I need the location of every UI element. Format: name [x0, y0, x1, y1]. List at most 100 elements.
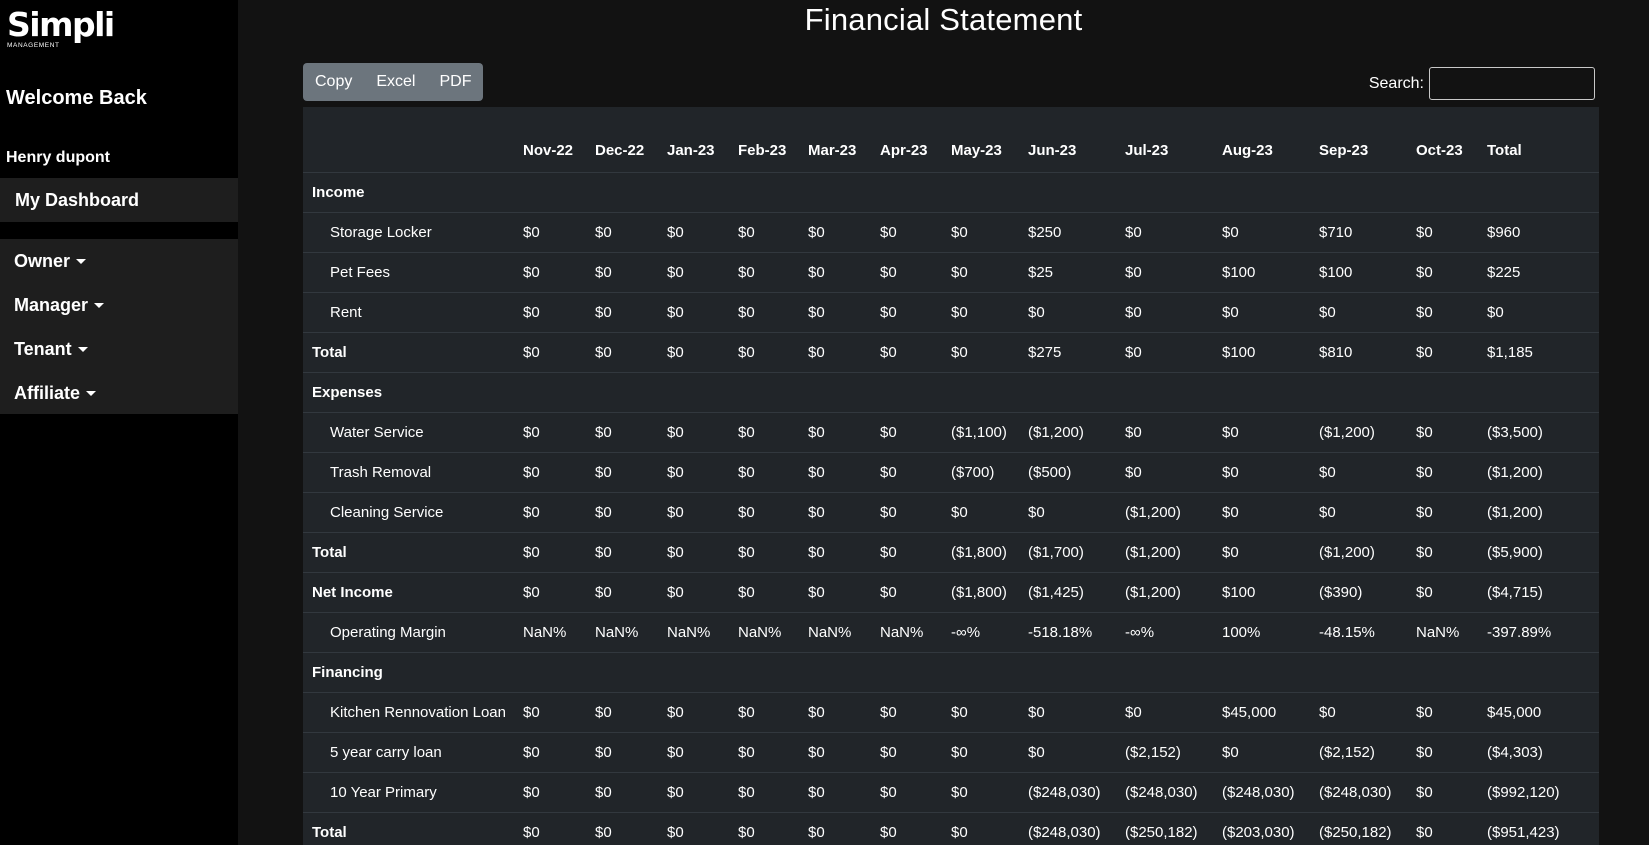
- column-header[interactable]: Apr-23: [871, 107, 942, 173]
- table-cell: [514, 652, 586, 693]
- table-cell: ($1,700): [1019, 532, 1116, 573]
- table-cell: $0: [514, 492, 586, 533]
- column-header[interactable]: Oct-23: [1407, 107, 1478, 173]
- table-cell: $0: [729, 772, 799, 813]
- table-cell: $0: [658, 532, 729, 573]
- table-cell: $0: [799, 532, 871, 573]
- column-header[interactable]: Dec-22: [586, 107, 658, 173]
- column-header[interactable]: Jan-23: [658, 107, 729, 173]
- table-cell: [658, 172, 729, 213]
- table-cell: $0: [514, 812, 586, 845]
- table-cell: -518.18%: [1019, 612, 1116, 653]
- table-cell: [942, 372, 1019, 413]
- table-row: Cleaning Service $0 $0 $0 $0 $0 $0 $0 $0 ($1,200)…: [303, 492, 1599, 533]
- table-cell: ($248,030): [1019, 812, 1116, 845]
- table-cell: $0: [658, 812, 729, 845]
- table-cell: $0: [1407, 692, 1478, 733]
- table-cell: ($250,182): [1310, 812, 1407, 845]
- column-header[interactable]: Total: [1478, 107, 1599, 173]
- column-header[interactable]: Nov-22: [514, 107, 586, 173]
- sidebar-item-manager[interactable]: Manager: [0, 283, 238, 327]
- table-cell: $0: [729, 692, 799, 733]
- table-cell: [1019, 372, 1116, 413]
- table-cell: $100: [1310, 252, 1407, 293]
- table-cell: $45,000: [1478, 692, 1599, 733]
- table-cell: $0: [799, 332, 871, 373]
- app-root: Simpli MANAGEMENT Welcome Back Henry dup…: [0, 0, 1649, 845]
- table-cell: ($1,200): [1310, 532, 1407, 573]
- column-header[interactable]: Jul-23: [1116, 107, 1213, 173]
- column-header[interactable]: Feb-23: [729, 107, 799, 173]
- table-cell: $0: [586, 212, 658, 253]
- table-cell: $0: [871, 452, 942, 493]
- table-cell: $0: [942, 692, 1019, 733]
- sidebar-item-affiliate[interactable]: Affiliate: [0, 371, 238, 415]
- table-cell: $0: [1407, 772, 1478, 813]
- table-cell: NaN%: [514, 612, 586, 653]
- table-cell: $0: [1116, 252, 1213, 293]
- table-cell: $0: [514, 772, 586, 813]
- table-cell: ($248,030): [1310, 772, 1407, 813]
- table-header: Nov-22 Dec-22 Jan-23 Feb-23 Mar-23 Apr-23 May-…: [303, 107, 1599, 173]
- table-cell: $0: [871, 412, 942, 453]
- table-cell: $0: [1407, 292, 1478, 333]
- main-content: Financial Statement Copy Excel PDF Searc…: [238, 0, 1649, 845]
- sidebar-item-owner[interactable]: Owner: [0, 239, 238, 283]
- sidebar-item-label: My Dashboard: [15, 189, 140, 210]
- table-cell: ($700): [942, 452, 1019, 493]
- table-cell: [1213, 372, 1310, 413]
- table-cell: [1019, 172, 1116, 213]
- table-cell: [1116, 172, 1213, 213]
- caret-down-icon: [94, 302, 105, 308]
- table-cell: $0: [799, 732, 871, 773]
- row-label: Cleaning Service: [303, 492, 514, 533]
- table-cell: $0: [799, 252, 871, 293]
- table-cell: $0: [514, 292, 586, 333]
- table-cell: [1213, 172, 1310, 213]
- table-body: Income Storage Locker $0 $0 $0 $0 $0 $0 $0 $250 $0…: [303, 172, 1599, 845]
- column-header[interactable]: Sep-23: [1310, 107, 1407, 173]
- logo[interactable]: Simpli MANAGEMENT: [7, 8, 115, 52]
- column-header[interactable]: May-23: [942, 107, 1019, 173]
- table-cell: $0: [658, 252, 729, 293]
- column-header-label[interactable]: [303, 107, 514, 173]
- table-cell: [586, 172, 658, 213]
- section-row: Financing: [303, 652, 1599, 693]
- total-row: Net Income $0 $0 $0 $0 $0 $0 ($1,800) ($1,425) ($…: [303, 572, 1599, 613]
- table-cell: [942, 172, 1019, 213]
- search-input[interactable]: [1429, 67, 1595, 100]
- sidebar-item-tenant[interactable]: Tenant: [0, 327, 238, 371]
- table-row: Pet Fees $0 $0 $0 $0 $0 $0 $0 $25 $0 $100 $100 $0 $22…: [303, 252, 1599, 293]
- table-cell: $0: [586, 772, 658, 813]
- table-cell: $0: [658, 412, 729, 453]
- table-cell: $0: [586, 812, 658, 845]
- section-row: Income: [303, 172, 1599, 213]
- excel-button[interactable]: Excel: [364, 63, 427, 101]
- table-cell: [1407, 372, 1478, 413]
- sidebar-item-dashboard[interactable]: My Dashboard: [0, 178, 238, 222]
- table-cell: $0: [586, 332, 658, 373]
- column-header[interactable]: Aug-23: [1213, 107, 1310, 173]
- table-cell: ($1,100): [942, 412, 1019, 453]
- table-cell: ($2,152): [1310, 732, 1407, 773]
- table-cell: $0: [729, 292, 799, 333]
- row-label: Expenses: [303, 372, 514, 413]
- pdf-button[interactable]: PDF: [427, 63, 483, 101]
- column-header[interactable]: Jun-23: [1019, 107, 1116, 173]
- table-cell: NaN%: [799, 612, 871, 653]
- column-header[interactable]: Mar-23: [799, 107, 871, 173]
- caret-down-icon: [76, 258, 87, 264]
- table-row: Rent $0 $0 $0 $0 $0 $0 $0 $0 $0 $0 $0 $0 $0: [303, 292, 1599, 333]
- table-cell: $0: [871, 292, 942, 333]
- table-cell: [729, 652, 799, 693]
- table-cell: $0: [729, 812, 799, 845]
- table-cell: $0: [1116, 412, 1213, 453]
- table-cell: $0: [942, 492, 1019, 533]
- table-cell: $0: [942, 812, 1019, 845]
- export-button-group: Copy Excel PDF: [303, 63, 484, 101]
- table-cell: $0: [586, 732, 658, 773]
- copy-button[interactable]: Copy: [303, 63, 364, 101]
- table-cell: $0: [1213, 492, 1310, 533]
- table-cell: $250: [1019, 212, 1116, 253]
- total-row: Total $0 $0 $0 $0 $0 $0 $0 ($248,030) ($250,182)(…: [303, 812, 1599, 845]
